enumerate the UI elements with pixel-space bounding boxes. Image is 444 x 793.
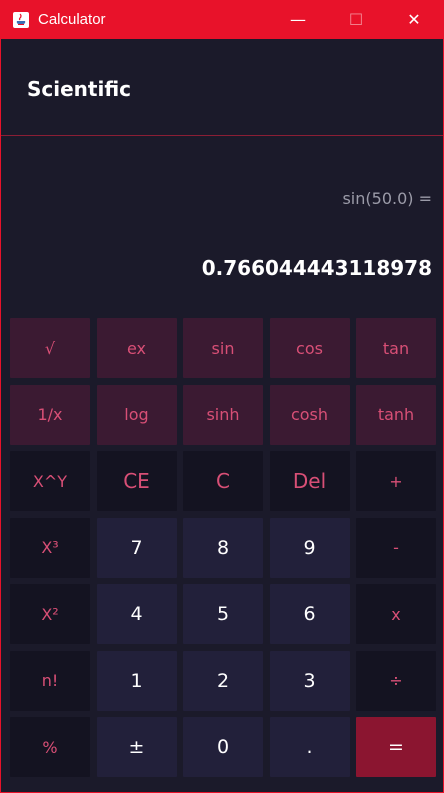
minimize-button[interactable]: — <box>269 0 327 39</box>
key-negate[interactable]: ± <box>96 717 177 777</box>
key-cube[interactable]: X³ <box>10 517 90 578</box>
key-8[interactable]: 8 <box>183 517 263 578</box>
key-tanh[interactable]: tanh <box>356 384 436 445</box>
key-2[interactable]: 2 <box>183 650 263 711</box>
key-cos[interactable]: cos <box>269 318 350 378</box>
key-sinh[interactable]: sinh <box>183 384 263 445</box>
key-square[interactable]: X² <box>10 584 90 644</box>
expression-text: sin(50.0) = <box>342 189 432 208</box>
key-sin[interactable]: sin <box>183 318 263 378</box>
key-3[interactable]: 3 <box>269 650 350 711</box>
minimize-icon: — <box>290 10 306 29</box>
key-tan[interactable]: tan <box>356 318 436 378</box>
title-bar[interactable]: Calculator — ☐ ✕ <box>1 0 443 39</box>
key-power[interactable]: X^Y <box>10 451 90 511</box>
result-text: 0.766044443118978 <box>201 256 432 280</box>
key-clear-entry[interactable]: CE <box>96 451 177 511</box>
mode-header: Scientific <box>1 39 443 136</box>
key-delete[interactable]: Del <box>269 451 350 511</box>
key-add[interactable]: + <box>356 451 436 511</box>
key-divide[interactable]: ÷ <box>356 650 436 711</box>
key-1[interactable]: 1 <box>96 650 177 711</box>
key-4[interactable]: 4 <box>96 584 177 644</box>
key-reciprocal[interactable]: 1/x <box>10 384 90 445</box>
java-app-icon <box>12 11 30 29</box>
key-equals[interactable]: = <box>356 717 436 777</box>
key-percent[interactable]: % <box>10 717 90 777</box>
key-6[interactable]: 6 <box>269 584 350 644</box>
key-clear[interactable]: C <box>183 451 263 511</box>
key-log[interactable]: log <box>96 384 177 445</box>
key-decimal[interactable]: . <box>269 717 350 777</box>
key-5[interactable]: 5 <box>183 584 263 644</box>
mode-title: Scientific <box>27 77 132 101</box>
key-subtract[interactable]: - <box>356 517 436 578</box>
window-title: Calculator <box>38 11 106 28</box>
calculator-window: Calculator — ☐ ✕ Scientific sin(50.0) = … <box>0 0 444 793</box>
key-multiply[interactable]: x <box>356 584 436 644</box>
maximize-icon: ☐ <box>348 10 364 29</box>
key-factorial[interactable]: n! <box>10 650 90 711</box>
close-button[interactable]: ✕ <box>385 0 443 39</box>
key-9[interactable]: 9 <box>269 517 350 578</box>
close-icon: ✕ <box>407 10 421 29</box>
maximize-button[interactable]: ☐ <box>327 0 385 39</box>
window-controls: — ☐ ✕ <box>269 0 443 39</box>
key-cosh[interactable]: cosh <box>269 384 350 445</box>
key-sqrt[interactable]: √ <box>10 318 90 378</box>
key-7[interactable]: 7 <box>96 517 177 578</box>
key-0[interactable]: 0 <box>183 717 263 777</box>
key-exp[interactable]: ex <box>96 318 177 378</box>
keypad: √ ex sin cos tan 1/x log sinh cosh tanh … <box>10 318 436 777</box>
calculator-display: sin(50.0) = 0.766044443118978 <box>1 136 443 318</box>
